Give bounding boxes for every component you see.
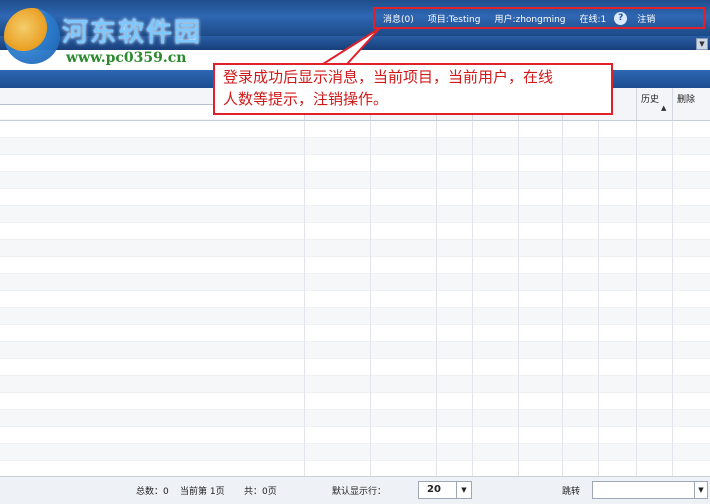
table-row[interactable] xyxy=(0,291,710,308)
column-divider xyxy=(672,121,673,476)
logo-mark-icon xyxy=(4,8,60,64)
logo: 河东软件园 www.pc0359.cn xyxy=(4,6,224,68)
annotation-callout: 登录成功后显示消息，当前项目，当前用户，在线 人数等提示，注销操作。 xyxy=(213,63,613,115)
table-row[interactable] xyxy=(0,359,710,376)
page-jump-select[interactable]: ▼ xyxy=(592,481,708,499)
table-row[interactable] xyxy=(0,325,710,342)
callout-line-1: 登录成功后显示消息，当前项目，当前用户，在线 xyxy=(223,68,554,86)
table-row[interactable] xyxy=(0,342,710,359)
table-row[interactable] xyxy=(0,444,710,461)
column-divider xyxy=(370,121,371,476)
collapse-header-button[interactable]: ▼ xyxy=(696,38,708,50)
column-header-delete[interactable]: 删除 xyxy=(672,88,710,120)
table-row[interactable] xyxy=(0,240,710,257)
help-icon[interactable]: ? xyxy=(614,11,628,25)
table-row[interactable] xyxy=(0,138,710,155)
table-row[interactable] xyxy=(0,121,710,138)
column-divider xyxy=(304,121,305,476)
messages-link[interactable]: 消息(0) xyxy=(383,12,414,25)
table-row[interactable] xyxy=(0,223,710,240)
rows-per-page-select[interactable]: 20 ▼ xyxy=(418,481,472,499)
chevron-down-icon[interactable]: ▼ xyxy=(456,482,471,498)
online-count: 在线:1 xyxy=(579,14,607,25)
pagination-footer: 总数：0 当前第 1页 共：0页 默认显示行： 20 ▼ 跳转 ▼ xyxy=(0,476,710,504)
table-row[interactable] xyxy=(0,206,710,223)
grid-body xyxy=(0,121,710,476)
table-row[interactable] xyxy=(0,172,710,189)
page-count: 共：0页 xyxy=(244,487,277,497)
column-divider xyxy=(598,121,599,476)
table-row[interactable] xyxy=(0,189,710,206)
column-header-history[interactable]: 历史 ▲ xyxy=(636,88,673,120)
table-row[interactable] xyxy=(0,393,710,410)
column-divider xyxy=(472,121,473,476)
table-row[interactable] xyxy=(0,427,710,444)
chevron-down-icon[interactable]: ▼ xyxy=(694,482,707,498)
table-row[interactable] xyxy=(0,376,710,393)
table-row[interactable] xyxy=(0,308,710,325)
column-divider xyxy=(518,121,519,476)
jump-label: 跳转 xyxy=(562,487,581,497)
current-project[interactable]: 项目:Testing xyxy=(428,12,481,25)
column-divider xyxy=(562,121,563,476)
sort-asc-icon: ▲ xyxy=(661,104,667,112)
column-divider xyxy=(436,121,437,476)
table-row[interactable] xyxy=(0,257,710,274)
column-divider xyxy=(636,121,637,476)
total-count: 总数：0 xyxy=(136,487,169,497)
callout-line-2: 人数等提示，注销操作。 xyxy=(223,90,389,108)
logo-title: 河东软件园 xyxy=(62,18,203,48)
logout-link[interactable]: 注销 xyxy=(637,12,655,25)
table-row[interactable] xyxy=(0,274,710,291)
session-info-bar: 消息(0) 项目:Testing 用户:zhongming 在线:1 ? 注销 xyxy=(373,7,705,29)
default-rows-label: 默认显示行： xyxy=(332,487,387,497)
table-row[interactable] xyxy=(0,155,710,172)
current-page: 当前第 1页 xyxy=(180,487,225,497)
table-row[interactable] xyxy=(0,410,710,427)
current-user: 用户:zhongming xyxy=(494,14,566,25)
logo-url: www.pc0359.cn xyxy=(66,50,187,66)
